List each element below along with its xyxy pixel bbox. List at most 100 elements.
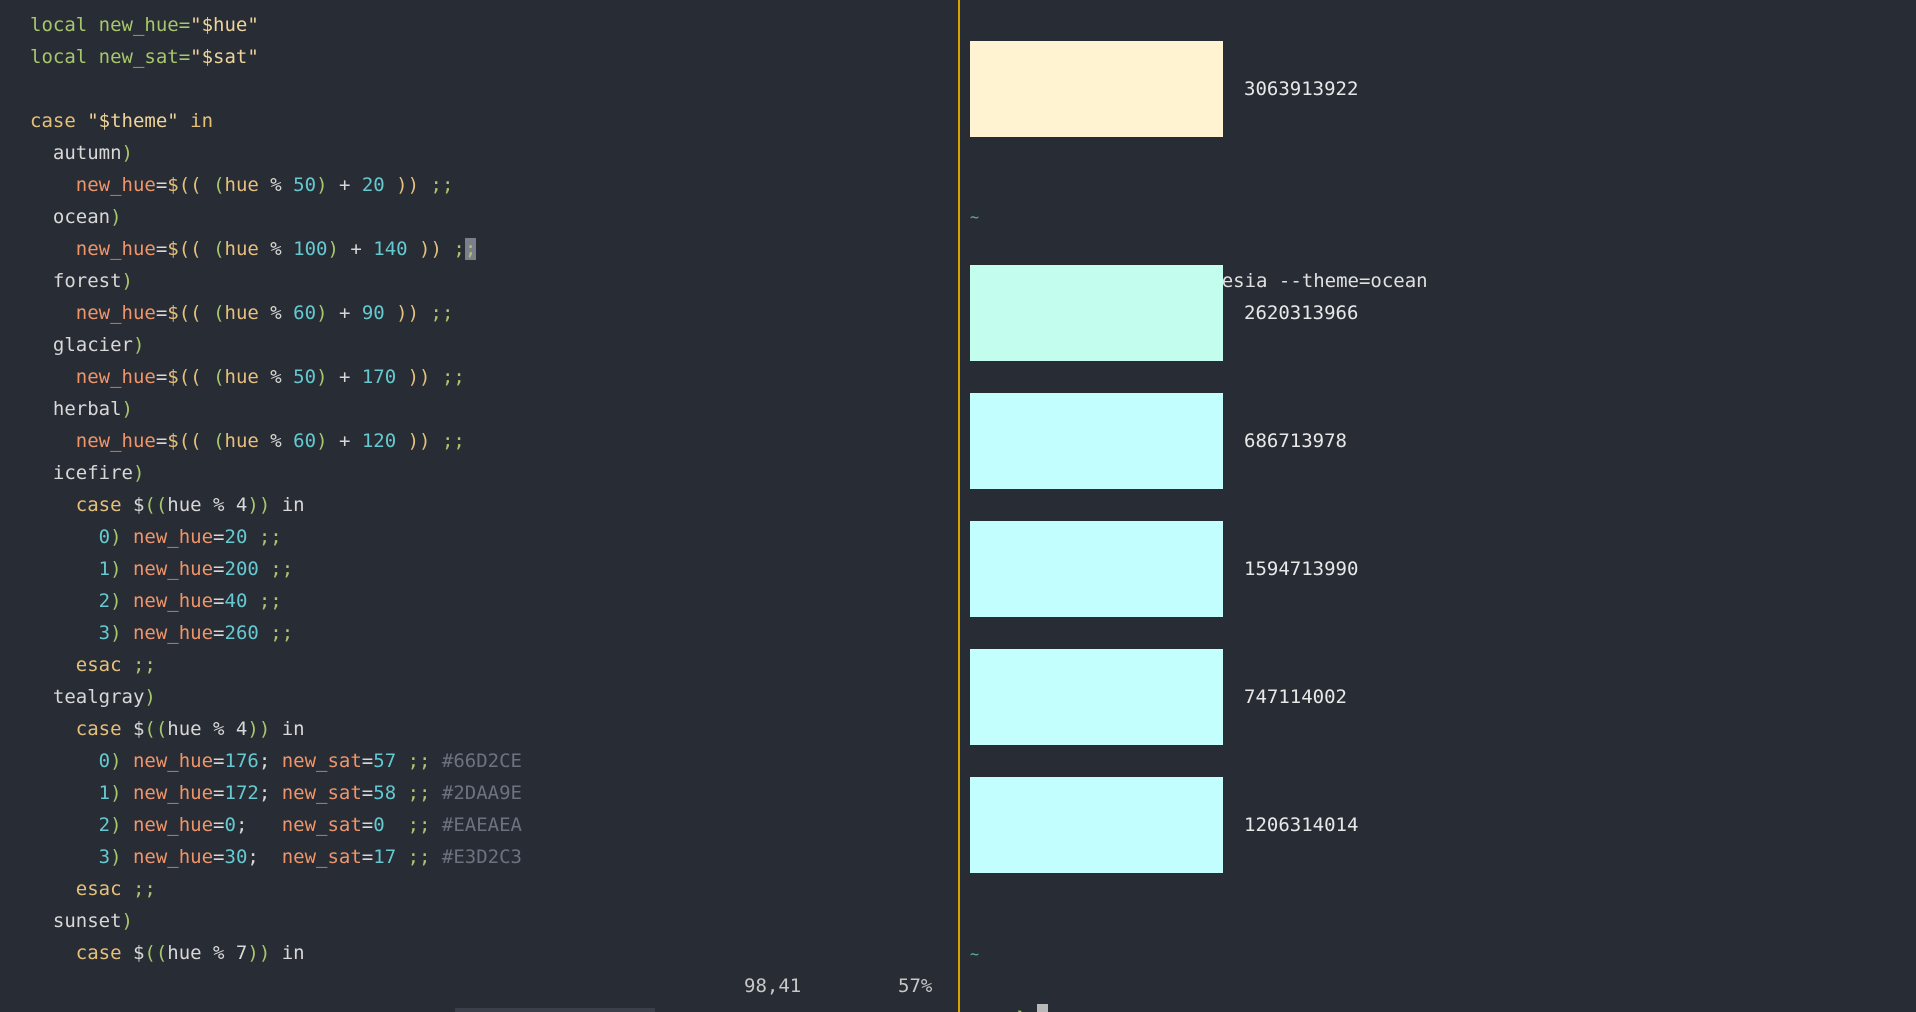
code-token: "$sat" — [190, 46, 259, 68]
code-line[interactable]: new_hue=$(( (hue % 50) + 170 )) ;; — [30, 361, 522, 393]
code-token: ) — [110, 558, 122, 580]
code-token: ) — [110, 206, 122, 228]
code-line[interactable]: local new_sat="$sat" — [30, 41, 522, 73]
code-token: "$theme" — [87, 110, 179, 132]
code-line[interactable]: glacier) — [30, 329, 522, 361]
code-token: esac — [30, 654, 122, 676]
code-line[interactable]: new_hue=$(( (hue % 100) + 140 )) ;; — [30, 233, 522, 265]
code-area[interactable]: local new_hue="$hue" local new_sat="$sat"… — [30, 9, 522, 969]
code-token: in — [270, 494, 305, 516]
code-token: = — [213, 782, 225, 804]
code-token: ;; — [258, 558, 294, 580]
code-token: hue — [224, 430, 259, 452]
code-token: #2DAA9E — [430, 782, 522, 804]
code-line[interactable]: local new_hue="$hue" — [30, 9, 522, 41]
code-token: 140 — [373, 238, 408, 260]
code-token: $ — [121, 494, 145, 516]
code-token: hue — [224, 238, 259, 260]
code-token: 40 — [224, 590, 248, 612]
code-line[interactable]: 2) new_hue=40 ;; — [30, 585, 522, 617]
code-token: + — [327, 302, 362, 324]
code-token: $(( — [167, 430, 202, 452]
code-line[interactable]: 0) new_hue=176; new_sat=57 ;; #66D2CE — [30, 745, 522, 777]
swatch-value: 686713978 — [1244, 430, 1347, 452]
code-token: = — [361, 814, 374, 836]
code-token: local — [30, 14, 88, 36]
code-token: (( — [144, 718, 168, 740]
code-line[interactable]: case $((hue % 7)) in — [30, 937, 522, 969]
code-token: ; — [258, 750, 271, 772]
code-line[interactable]: ocean) — [30, 201, 522, 233]
code-line[interactable]: 1) new_hue=172; new_sat=58 ;; #2DAA9E — [30, 777, 522, 809]
code-line[interactable]: sunset) — [30, 905, 522, 937]
code-line[interactable]: case "$theme" in — [30, 105, 522, 137]
code-token: new_hue — [121, 526, 214, 548]
code-line[interactable]: 1) new_hue=200 ;; — [30, 553, 522, 585]
editor-statusline: 98,41 57% — [0, 970, 958, 1002]
cursor-position: 98,41 — [744, 975, 802, 997]
code-token: ( — [201, 174, 225, 196]
code-token: 120 — [361, 430, 397, 452]
code-token: ) — [110, 750, 122, 772]
code-token: tealgray — [30, 686, 145, 708]
code-line[interactable]: new_hue=$(( (hue % 50) + 20 )) ;; — [30, 169, 522, 201]
terminal-cursor[interactable] — [1037, 1003, 1049, 1012]
code-token: = — [213, 558, 225, 580]
code-line[interactable]: forest) — [30, 265, 522, 297]
terminal-pane[interactable]: 3063913922 ~ ❯ repeat 5 sinesthesia --th… — [960, 0, 1916, 1012]
code-token: 172 — [224, 782, 259, 804]
code-token: #66D2CE — [430, 750, 522, 772]
code-token: )) — [247, 494, 271, 516]
code-token: new_sat — [270, 750, 362, 772]
code-token: ) — [144, 686, 156, 708]
code-line[interactable]: icefire) — [30, 457, 522, 489]
code-token: )) — [396, 366, 431, 388]
code-token: = — [361, 782, 374, 804]
code-line[interactable]: autumn) — [30, 137, 522, 169]
code-token: % — [258, 366, 294, 388]
code-line[interactable]: 3) new_hue=30; new_sat=17 ;; #E3D2C3 — [30, 841, 522, 873]
code-token: 3 — [30, 622, 111, 644]
code-token: ; — [247, 846, 271, 868]
code-token: ) — [121, 270, 133, 292]
code-editor-pane[interactable]: local new_hue="$hue" local new_sat="$sat"… — [0, 0, 958, 1012]
code-token: = — [361, 750, 374, 772]
code-token: new_sat — [270, 782, 362, 804]
code-line[interactable]: tealgray) — [30, 681, 522, 713]
code-line[interactable]: new_hue=$(( (hue % 60) + 120 )) ;; — [30, 425, 522, 457]
code-token: new_sat — [270, 814, 362, 836]
code-line[interactable]: herbal) — [30, 393, 522, 425]
code-token: 58 — [373, 782, 397, 804]
code-token: hue — [224, 302, 259, 324]
horizontal-scrollbar[interactable] — [455, 1008, 655, 1012]
code-token: ) — [121, 910, 133, 932]
code-token: ) — [110, 782, 122, 804]
code-token: ; — [235, 814, 271, 836]
swatch-value: 1206314014 — [1244, 814, 1359, 836]
code-token: = — [213, 814, 225, 836]
code-line[interactable]: 0) new_hue=20 ;; — [30, 521, 522, 553]
code-token: new_sat= — [87, 46, 191, 68]
code-line[interactable]: esac ;; — [30, 649, 522, 681]
code-line[interactable]: 3) new_hue=260 ;; — [30, 617, 522, 649]
code-line[interactable]: case $((hue % 4)) in — [30, 489, 522, 521]
active-prompt[interactable]: ❯ — [970, 969, 1049, 1012]
code-line[interactable]: case $((hue % 4)) in — [30, 713, 522, 745]
code-token: in — [270, 718, 305, 740]
code-token: )) — [247, 718, 271, 740]
code-line[interactable]: new_hue=$(( (hue % 60) + 90 )) ;; — [30, 297, 522, 329]
code-token: new_hue — [30, 174, 156, 196]
code-token: 17 — [373, 846, 397, 868]
code-token: 100 — [293, 238, 328, 260]
code-line[interactable]: esac ;; — [30, 873, 522, 905]
code-line[interactable]: 2) new_hue=0; new_sat=0 ;; #EAEAEA — [30, 809, 522, 841]
code-token: 2 — [30, 814, 111, 836]
code-token: 170 — [361, 366, 397, 388]
code-token: + — [327, 366, 362, 388]
code-token: ;; — [384, 814, 431, 836]
code-line[interactable] — [30, 73, 522, 105]
code-token: (( — [144, 942, 168, 964]
code-token: ) — [132, 334, 145, 356]
code-token: "$hue" — [190, 14, 259, 36]
color-swatch — [970, 649, 1223, 745]
